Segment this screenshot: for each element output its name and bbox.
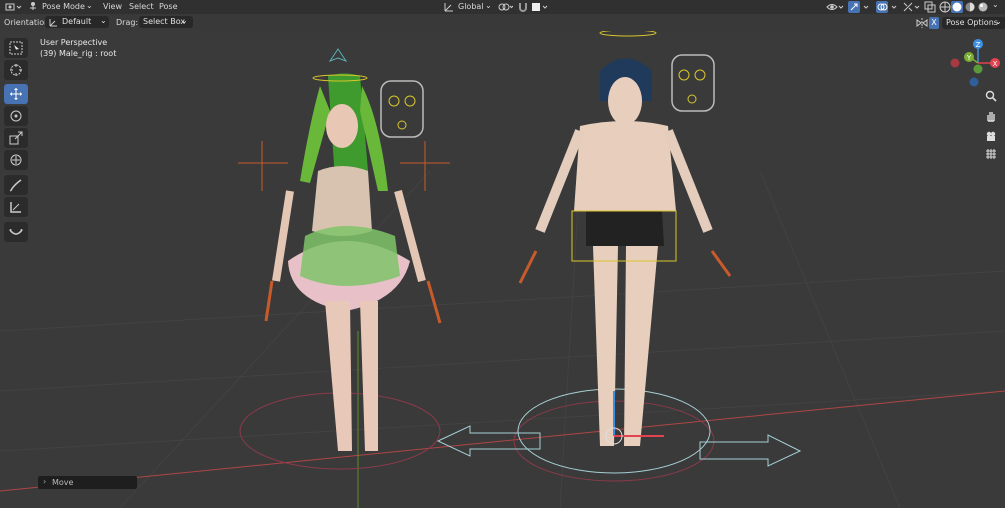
perspective-toggle-button[interactable]: [983, 146, 999, 162]
select-box-icon: [9, 41, 23, 55]
shading-wireframe-icon[interactable]: [939, 1, 951, 13]
gizmo-neg-x[interactable]: [950, 58, 960, 68]
pan-button[interactable]: [983, 108, 999, 124]
rotate-icon: [10, 110, 22, 122]
mode-dropdown[interactable]: Pose Mode ⌄: [28, 1, 94, 13]
proportional-edit-icon[interactable]: [531, 1, 549, 13]
visibility-icon[interactable]: [826, 1, 844, 13]
chevron-down-icon: ⌄: [86, 1, 93, 10]
mirror-icon: [916, 18, 928, 28]
transform-orientation-dropdown[interactable]: Global ⌄: [443, 1, 493, 13]
orientation-icon: [444, 3, 453, 12]
active-object-label: (39) Male_rig : root: [40, 49, 117, 58]
chevron-down-icon: ⌄: [100, 16, 107, 25]
gizmo-x-label: X: [993, 60, 998, 68]
pose-options-label: Pose Options: [946, 18, 998, 27]
x-axis-line: [0, 390, 1005, 492]
chevron-down-icon: ⌄: [181, 16, 188, 25]
camera-icon: [986, 131, 996, 141]
operator-label: Move: [52, 478, 74, 487]
drag-dropdown[interactable]: Select Box ⌄: [139, 16, 193, 28]
snap-icon[interactable]: [517, 1, 529, 13]
chevron-down-icon: ⌄: [485, 1, 492, 10]
orientation-dropdown[interactable]: Default ⌄: [45, 16, 109, 28]
orientation-value: Default: [62, 17, 92, 26]
editor-type-icon[interactable]: [4, 1, 22, 13]
x-mirror-toggle[interactable]: X: [916, 17, 940, 29]
menu-pose[interactable]: Pose: [159, 2, 178, 11]
tool-relax-pose[interactable]: [4, 222, 28, 242]
hand-icon: [987, 112, 995, 122]
annotate-icon: [9, 179, 22, 192]
shading-solid-icon[interactable]: [951, 1, 963, 13]
tool-settings-bar: Orientation: Default ⌄ Drag: Select Box …: [0, 14, 1005, 31]
gizmo-toggle-icon[interactable]: [848, 1, 870, 13]
xray-toggle-icon[interactable]: [924, 1, 936, 13]
tool-annotate[interactable]: [4, 175, 28, 195]
menu-select[interactable]: Select: [129, 2, 154, 11]
character-left[interactable]: [238, 48, 450, 470]
x-mirror-label: X: [929, 17, 939, 29]
tool-move[interactable]: [4, 84, 28, 104]
shading-rendered-icon[interactable]: [977, 1, 989, 13]
orientation-default-icon: [49, 19, 57, 27]
tool-scale[interactable]: [4, 128, 28, 148]
bone-options-icon[interactable]: [902, 1, 920, 13]
relax-pose-icon: [9, 229, 23, 235]
pivot-point-icon[interactable]: [497, 1, 514, 13]
camera-view-button[interactable]: [983, 128, 999, 144]
tool-select-box[interactable]: [4, 38, 28, 58]
transform-icon: [10, 154, 22, 166]
floor-grid: [0, 170, 1005, 508]
pose-options-dropdown[interactable]: Pose Options ⌄: [942, 17, 1005, 29]
pose-mode-icon: [30, 2, 36, 10]
drag-label: Drag:: [116, 18, 139, 27]
zoom-button[interactable]: [983, 88, 999, 104]
tool-transform[interactable]: [4, 150, 28, 170]
gizmo-z-label: Z: [976, 41, 981, 49]
menu-view[interactable]: View: [103, 2, 122, 11]
tool-cursor[interactable]: [4, 60, 28, 80]
cursor-icon: [10, 64, 22, 76]
viewport-3d[interactable]: [0, 31, 1005, 508]
gizmo-neg-z[interactable]: [969, 77, 979, 87]
drag-value: Select Box: [143, 17, 186, 26]
gizmo-neg-y[interactable]: [973, 64, 983, 74]
chevron-down-icon: ⌄: [995, 17, 1002, 26]
measure-icon: [10, 202, 21, 213]
chevron-right-icon: ›: [43, 477, 47, 486]
grid-icon: [986, 149, 996, 159]
tool-rotate[interactable]: [4, 106, 28, 126]
scale-icon: [9, 131, 23, 145]
character-right[interactable]: [436, 31, 802, 482]
shading-material-icon[interactable]: [964, 1, 976, 13]
zoom-icon: [985, 90, 997, 102]
last-operator-panel[interactable]: › Move: [38, 476, 137, 489]
viewport-header: Pose Mode ⌄ View Select Pose Global ⌄ ⌄: [0, 0, 1005, 14]
mode-label: Pose Mode: [42, 2, 85, 11]
view-name: User Perspective: [40, 38, 108, 47]
tool-measure[interactable]: [4, 197, 28, 217]
move-icon: [10, 88, 22, 100]
shading-options-chevron-icon[interactable]: ⌄: [992, 0, 999, 9]
orientation-label: Global: [458, 2, 484, 11]
overlays-icon[interactable]: [876, 1, 898, 13]
navigation-gizmo[interactable]: Z X Y: [943, 36, 1001, 94]
gizmo-y-label: Y: [966, 54, 972, 62]
